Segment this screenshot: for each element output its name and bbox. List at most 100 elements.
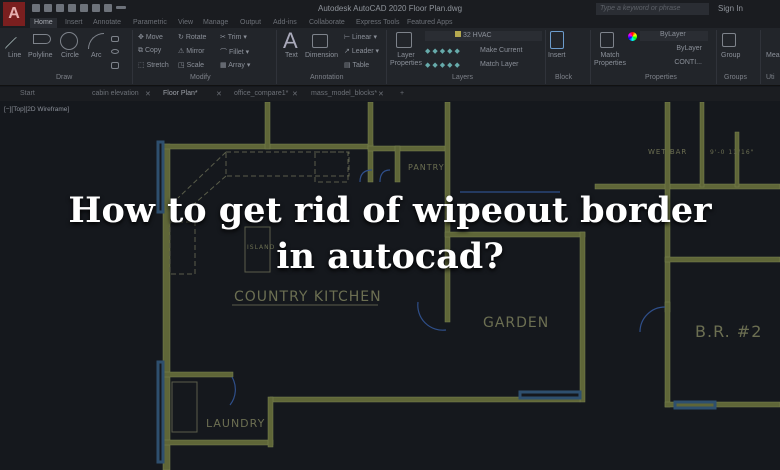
stretch-label: Stretch [146,62,169,69]
trim-tool[interactable]: ✂ Trim ▾ [220,33,247,41]
match-properties-button[interactable]: Match Properties [594,52,626,68]
close-icon[interactable]: ✕ [292,90,298,98]
rectangle-icon[interactable] [111,36,119,42]
app-title: Autodesk AutoCAD 2020 Floor Plan.dwg [318,4,463,13]
match-layer-button[interactable]: Match Layer [480,61,519,68]
color-dropdown[interactable]: ByLayer [640,31,708,41]
tab-annotate[interactable]: Annotate [93,18,121,28]
open-icon[interactable] [44,4,52,12]
new-tab-button[interactable]: + [400,90,404,97]
drawing-canvas[interactable]: PANTRY WET BAR 9'-0 11/16" ISLAND COUNTR… [0,102,780,470]
doc-tab-mass-model[interactable]: mass_model_blocks* [311,90,377,97]
layer-tools-icons-2[interactable]: ◆◆◆◆◆ [425,61,462,69]
room-label-br2: B.R. #2 [695,322,762,341]
room-label-laundry: LAUNDRY [206,417,265,430]
move-tool[interactable]: ✥ Move [138,33,163,41]
ellipse-icon[interactable] [111,49,119,54]
ribbon: Line Polyline Circle Arc Draw ✥ Move ↻ R… [0,28,780,86]
table-label: Table [352,62,370,69]
plot-icon[interactable] [80,4,88,12]
stretch-tool[interactable]: ⬚ Stretch [138,61,169,69]
annotation-panel-label[interactable]: Annotation [310,74,343,81]
save-icon[interactable] [56,4,64,12]
room-label-country-kitchen: COUNTRY KITCHEN [234,289,382,305]
copy-tool[interactable]: ⧉ Copy [138,47,161,55]
arc-icon [88,33,104,49]
headline-line-2: in autocad? [276,236,504,277]
tab-insert[interactable]: Insert [65,18,83,28]
block-panel-label[interactable]: Block [555,74,572,81]
group-button[interactable]: Group [721,52,740,59]
text-tool[interactable]: Text [285,52,298,59]
dimension-tool[interactable]: Dimension [305,52,338,59]
groups-panel-label[interactable]: Groups [724,74,747,81]
print-icon[interactable] [104,4,112,12]
trim-label: Trim [227,34,242,41]
undo-icon[interactable] [92,4,100,12]
array-label: Array [228,62,245,69]
polyline-tool[interactable]: Polyline [28,52,53,59]
doc-tab-office-compare[interactable]: office_compare1* [234,90,288,97]
make-current-button[interactable]: Make Current [480,47,522,54]
insert-button[interactable]: Insert [548,52,566,59]
undo-arrow-icon[interactable] [116,6,126,9]
linetype-dropdown[interactable]: CONTI... [640,59,708,69]
rotate-label: Rotate [185,34,207,41]
autocad-logo[interactable]: A [3,2,25,26]
table-tool[interactable]: ▤ Table [344,61,369,69]
layer-dropdown[interactable]: 32 HVAC [425,31,542,41]
color-value: ByLayer [660,31,686,38]
tab-featured-apps[interactable]: Featured Apps [407,18,453,28]
arc-tool[interactable]: Arc [91,52,102,59]
close-icon[interactable]: ✕ [216,90,222,98]
layers-panel-label[interactable]: Layers [452,74,473,81]
tab-manage[interactable]: Manage [203,18,228,28]
room-label-wet-bar: WET BAR [648,148,687,156]
new-icon[interactable] [32,4,40,12]
doc-tab-cabin-elevation[interactable]: cabin elevation [92,90,139,97]
modify-panel-label[interactable]: Modify [190,74,211,81]
sign-in-button[interactable]: Sign In [718,4,743,13]
layer-tools-icons[interactable]: ◆◆◆◆◆ [425,47,462,55]
tab-view[interactable]: View [178,18,193,28]
tab-express-tools[interactable]: Express Tools [356,18,399,28]
walls [162,102,780,470]
tab-home[interactable]: Home [30,18,57,28]
title-bar: Autodesk AutoCAD 2020 Floor Plan.dwg Typ… [0,0,780,18]
dimension-icon [312,34,328,48]
leader-label: Leader [351,48,374,55]
linear-tool[interactable]: ⊢ Linear ▾ [344,33,377,41]
circle-icon [60,32,78,50]
measure-button[interactable]: Mea [766,52,780,59]
tab-add-ins[interactable]: Add-ins [273,18,297,28]
array-tool[interactable]: ▦ Array ▾ [220,61,250,69]
viewport-controls[interactable]: [−][Top][2D Wireframe] [4,106,69,113]
properties-panel-label[interactable]: Properties [645,74,677,81]
lineweight-dropdown[interactable]: ByLayer [640,45,708,55]
line-tool[interactable]: Line [8,52,21,59]
fillet-label: Fillet [228,49,244,56]
search-input[interactable]: Type a keyword or phrase [596,3,709,15]
layer-color-swatch [455,31,461,37]
layer-properties-button[interactable]: Layer Properties [390,52,422,68]
save-as-icon[interactable] [68,4,76,12]
tab-output[interactable]: Output [240,18,261,28]
fillet-tool[interactable]: ⌒ Fillet ▾ [220,47,249,57]
draw-panel-label[interactable]: Draw [56,74,72,81]
leader-tool[interactable]: ↗ Leader ▾ [344,47,379,55]
move-label: Move [145,34,163,41]
tab-collaborate[interactable]: Collaborate [309,18,345,28]
utilities-panel-label[interactable]: Uti [766,74,775,81]
tab-parametric[interactable]: Parametric [133,18,167,28]
close-icon[interactable]: ✕ [145,90,151,98]
doc-tab-start[interactable]: Start [20,90,35,97]
hatch-icon[interactable] [111,62,119,69]
mirror-tool[interactable]: ⚠ Mirror [178,47,205,55]
doc-tab-floor-plan[interactable]: Floor Plan* [163,90,198,97]
layer-current: 32 HVAC [462,32,492,39]
close-icon[interactable]: ✕ [378,90,384,98]
circle-tool[interactable]: Circle [61,52,79,59]
scale-tool[interactable]: ◳ Scale [178,61,204,69]
room-label-pantry: PANTRY [408,163,445,172]
rotate-tool[interactable]: ↻ Rotate [178,33,206,41]
